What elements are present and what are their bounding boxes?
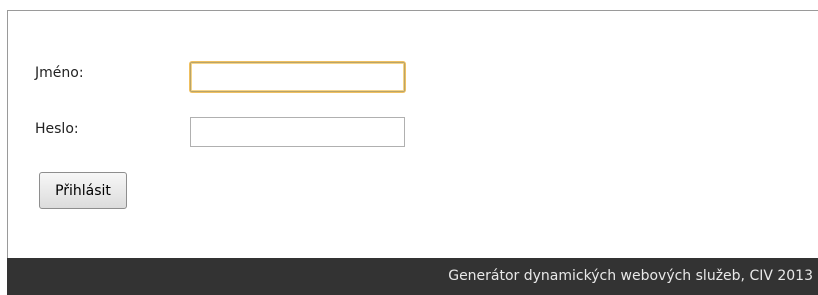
page: Jméno: Heslo: Přihlásit Generátor dynami… [0, 0, 818, 295]
footer: Generátor dynamických webových služeb, C… [7, 258, 818, 295]
name-input[interactable] [190, 62, 405, 92]
password-label: Heslo: [35, 121, 79, 137]
login-panel [7, 10, 818, 258]
footer-text: Generátor dynamických webových služeb, C… [448, 268, 813, 284]
login-button[interactable]: Přihlásit [39, 172, 127, 209]
name-label: Jméno: [35, 65, 84, 81]
password-input[interactable] [190, 117, 405, 147]
